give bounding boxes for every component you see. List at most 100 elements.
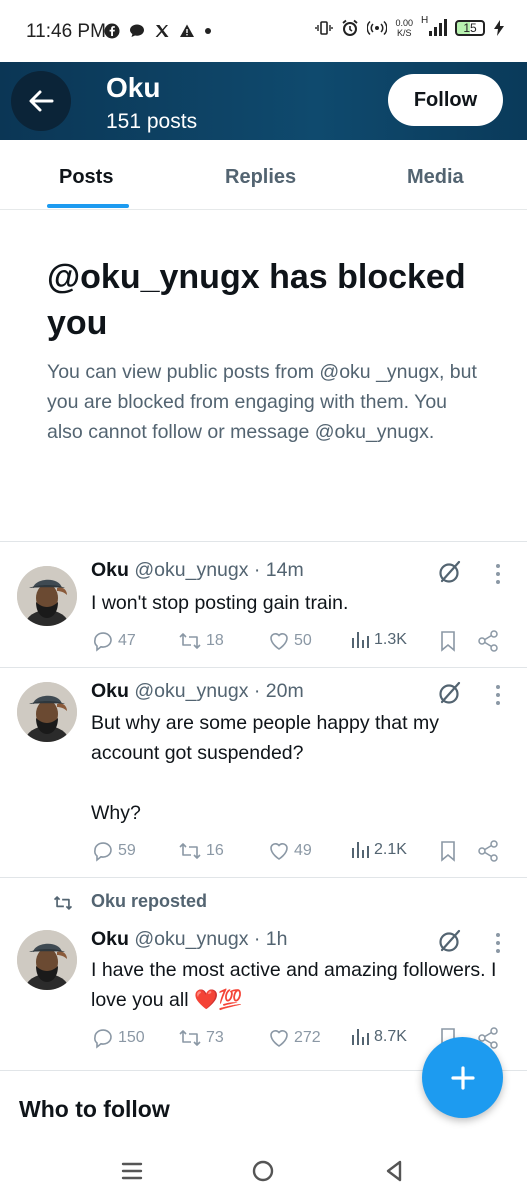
blocked-title: @oku_ynugx has blocked you xyxy=(47,258,466,342)
grok-icon[interactable] xyxy=(437,928,463,954)
like-count: 49 xyxy=(294,842,312,859)
author-handle-time: @oku_ynugx · 14m xyxy=(134,559,304,581)
avatar[interactable] xyxy=(17,566,77,626)
author-handle-time: @oku_ynugx · 1h xyxy=(134,928,288,950)
grok-icon[interactable] xyxy=(437,680,463,706)
views-count: 1.3K xyxy=(374,631,407,648)
tab-media[interactable]: Media xyxy=(407,166,464,189)
author-name[interactable]: Oku xyxy=(91,680,129,702)
post-header: Oku @oku_ynugx · 14m xyxy=(91,559,304,582)
posts-count: 151 posts xyxy=(106,110,198,133)
more-options-icon[interactable] xyxy=(490,562,506,586)
vibrate-icon xyxy=(315,21,334,35)
avatar[interactable] xyxy=(17,930,77,990)
reply-count: 150 xyxy=(118,1029,145,1046)
repost-button[interactable]: 16 xyxy=(177,839,224,863)
bookmark-icon[interactable] xyxy=(437,839,459,863)
warning-icon xyxy=(180,24,194,37)
share-icon[interactable] xyxy=(476,629,500,653)
post-header: Oku @oku_ynugx · 20m xyxy=(91,680,304,703)
post-header: Oku @oku_ynugx · 1h xyxy=(91,928,288,951)
repost-icon xyxy=(179,1030,201,1046)
repost-icon xyxy=(179,843,201,859)
share-icon[interactable] xyxy=(476,839,500,863)
author-name[interactable]: Oku xyxy=(91,928,129,950)
repost-button[interactable]: 18 xyxy=(177,629,224,653)
repost-count: 73 xyxy=(206,1029,224,1046)
network-speed-unit: K/S xyxy=(396,28,412,38)
tab-replies[interactable]: Replies xyxy=(225,166,296,189)
views-button[interactable]: 8.7K xyxy=(349,1026,407,1048)
dot-icon xyxy=(205,28,211,34)
profile-name: Oku xyxy=(106,72,161,103)
repost-label[interactable]: Oku reposted xyxy=(91,891,207,912)
views-count: 8.7K xyxy=(374,1028,407,1045)
post-actions: 47 18 50 1.3K xyxy=(91,629,511,655)
reply-icon xyxy=(94,632,112,652)
views-icon xyxy=(352,632,369,648)
like-count: 50 xyxy=(294,632,312,649)
more-options-icon[interactable] xyxy=(490,931,506,955)
hotspot-icon xyxy=(367,20,388,36)
signal-icon: H xyxy=(421,15,447,37)
reply-count: 59 xyxy=(118,842,136,859)
network-speed-value: 0.00 xyxy=(395,18,413,28)
notification-icons xyxy=(104,23,212,39)
follow-button[interactable]: Follow xyxy=(388,74,503,126)
facebook-icon xyxy=(104,23,120,39)
reply-icon xyxy=(94,1029,112,1049)
blocked-description: You can view public posts from @oku _ynu… xyxy=(47,361,477,443)
repost-icon xyxy=(179,633,201,649)
heart-icon xyxy=(270,1030,288,1047)
tab-posts[interactable]: Posts xyxy=(59,166,113,189)
reply-button[interactable]: 47 xyxy=(91,629,136,653)
reply-count: 47 xyxy=(118,632,136,649)
active-tab-indicator xyxy=(47,204,129,208)
like-count: 272 xyxy=(294,1029,321,1046)
reply-button[interactable]: 150 xyxy=(91,1026,145,1050)
heart-icon xyxy=(270,843,288,860)
author-name[interactable]: Oku xyxy=(91,559,129,581)
back-nav-icon[interactable] xyxy=(381,1158,407,1184)
signal-type-label: H xyxy=(421,15,429,26)
profile-tabs: Posts Replies Media xyxy=(0,140,527,210)
bookmark-icon[interactable] xyxy=(437,629,459,653)
views-button[interactable]: 1.3K xyxy=(349,629,407,651)
system-nav-bar xyxy=(0,1140,527,1200)
author-handle-time: @oku_ynugx · 20m xyxy=(134,680,304,702)
compose-post-button[interactable] xyxy=(422,1037,503,1118)
profile-header: Oku 151 posts Follow xyxy=(0,62,527,140)
who-to-follow-heading: Who to follow xyxy=(19,1096,170,1122)
chat-icon xyxy=(130,24,144,37)
views-count: 2.1K xyxy=(374,841,407,858)
home-icon[interactable] xyxy=(250,1158,276,1184)
more-options-icon[interactable] xyxy=(490,683,506,707)
repost-indicator-icon xyxy=(53,896,73,910)
views-icon xyxy=(352,842,369,858)
network-speed: 0.00 K/S xyxy=(395,18,413,38)
back-button[interactable] xyxy=(11,71,71,131)
post-item[interactable]: Oku @oku_ynugx · 14m I won't stop postin… xyxy=(0,542,527,667)
post-item[interactable]: Oku @oku_ynugx · 20m But why are some pe… xyxy=(0,668,527,877)
avatar[interactable] xyxy=(17,682,77,742)
x-logo-icon xyxy=(155,25,169,37)
views-button[interactable]: 2.1K xyxy=(349,839,407,861)
like-button[interactable]: 272 xyxy=(267,1026,321,1050)
post-text: But why are some people happy that my ac… xyxy=(91,712,439,824)
like-button[interactable]: 49 xyxy=(267,839,312,863)
views-icon xyxy=(352,1029,369,1045)
system-icons: 0.00 K/S H 15 xyxy=(315,15,505,38)
repost-count: 18 xyxy=(206,632,224,649)
grok-icon[interactable] xyxy=(437,559,463,585)
repost-button[interactable]: 73 xyxy=(177,1026,224,1050)
post-text: I have the most active and amazing follo… xyxy=(91,959,497,1011)
like-button[interactable]: 50 xyxy=(267,629,312,653)
status-time: 11:46 PM xyxy=(26,21,106,42)
battery-indicator: 15 xyxy=(455,20,485,36)
status-bar: 11:46 PM 0.00 K/S H 15 xyxy=(0,0,527,62)
arrow-left-icon xyxy=(29,90,54,112)
post-actions: 59 16 49 2.1K xyxy=(91,839,511,865)
recent-apps-icon[interactable] xyxy=(119,1158,145,1184)
reply-button[interactable]: 59 xyxy=(91,839,136,863)
heart-icon xyxy=(270,633,288,650)
